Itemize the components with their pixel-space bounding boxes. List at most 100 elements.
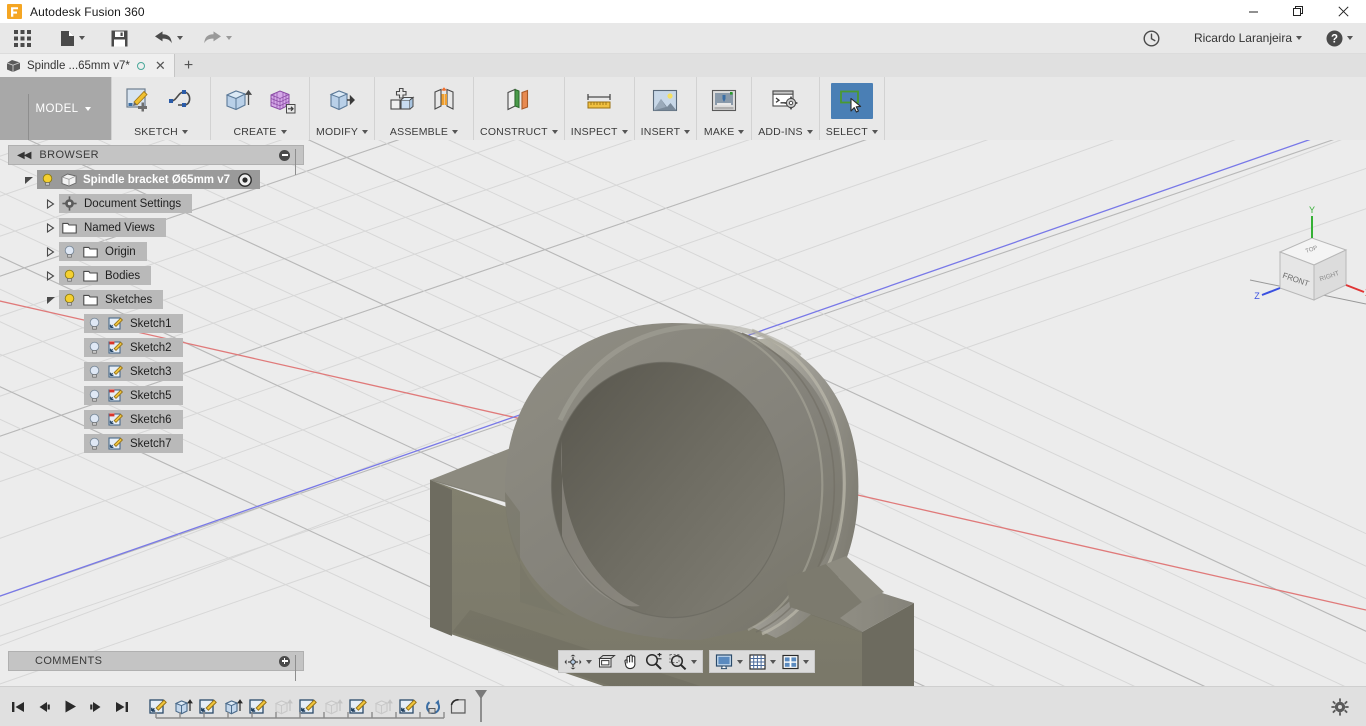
sketch1-chip[interactable]: Sketch1: [84, 314, 183, 333]
sketches-chip[interactable]: Sketches: [59, 290, 164, 309]
sketch7-visibility-bulb-icon[interactable]: [84, 437, 105, 451]
sketch7-chip[interactable]: Sketch7: [84, 434, 183, 453]
look-at-button[interactable]: [595, 651, 619, 672]
timeline-extrude-3[interactable]: [271, 694, 296, 720]
go-to-beginning-button[interactable]: [6, 694, 30, 720]
circle-plus-icon[interactable]: [279, 655, 290, 667]
root-visibility-bulb-icon[interactable]: [37, 173, 58, 187]
timeline-sketch-5[interactable]: [346, 694, 371, 720]
new-component-button[interactable]: [381, 83, 423, 119]
select-tool-button[interactable]: [830, 83, 873, 119]
restore-window-button[interactable]: [1276, 0, 1321, 23]
origin-chip[interactable]: Origin: [59, 242, 147, 261]
ribbon-group-select-label[interactable]: SELECT: [826, 123, 878, 140]
redo-button[interactable]: [198, 25, 237, 51]
zoom-button[interactable]: [642, 651, 666, 672]
root-expand-arrow[interactable]: [20, 169, 37, 190]
tree-node-sketch-item[interactable]: Sketch7: [8, 433, 304, 454]
timeline-revolve[interactable]: [421, 694, 446, 720]
help-button[interactable]: ?: [1321, 25, 1358, 51]
timeline-extrude-5[interactable]: [371, 694, 396, 720]
timeline-settings-button[interactable]: [1328, 694, 1352, 720]
tree-node-bodies[interactable]: Bodies: [8, 265, 304, 286]
document-settings-chip[interactable]: Document Settings: [59, 194, 193, 213]
circle-minus-icon[interactable]: [279, 149, 290, 161]
grid-snaps-button[interactable]: [746, 651, 779, 672]
document-settings-expand-arrow[interactable]: [42, 193, 59, 214]
ribbon-grip-handle[interactable]: [28, 94, 34, 150]
file-menu-button[interactable]: [55, 25, 90, 51]
activate-target-icon[interactable]: [236, 172, 254, 187]
save-button[interactable]: [106, 25, 133, 51]
construct-plane-button[interactable]: [498, 83, 540, 119]
ribbon-group-modify-label[interactable]: MODIFY: [316, 123, 369, 140]
named-views-chip[interactable]: Named Views: [59, 218, 166, 237]
bodies-expand-arrow[interactable]: [42, 265, 59, 286]
step-back-button[interactable]: [32, 694, 56, 720]
sketch5-chip[interactable]: Sketch5: [84, 386, 183, 405]
timeline-end-marker[interactable]: [473, 689, 489, 724]
timeline-sketch-1[interactable]: [146, 694, 171, 720]
tree-node-sketch-item[interactable]: Sketch1: [8, 313, 304, 334]
play-button[interactable]: [58, 694, 82, 720]
viewports-button[interactable]: [779, 651, 812, 672]
insert-image-button[interactable]: [644, 83, 686, 119]
user-account-button[interactable]: Ricardo Laranjeira: [1189, 25, 1307, 51]
new-tab-button[interactable]: +: [175, 57, 202, 74]
timeline-sketch-4[interactable]: [296, 694, 321, 720]
sketch3-chip[interactable]: Sketch3: [84, 362, 183, 381]
sketches-expand-arrow[interactable]: [42, 289, 59, 310]
tree-node-sketch-item[interactable]: Sketch6: [8, 409, 304, 430]
ribbon-group-inspect-label[interactable]: INSPECT: [571, 123, 628, 140]
create-form-button[interactable]: [261, 83, 303, 119]
press-pull-button[interactable]: [321, 83, 363, 119]
close-window-button[interactable]: [1321, 0, 1366, 23]
workspace-selector[interactable]: MODEL: [0, 77, 111, 150]
timeline-fillet[interactable]: [446, 694, 471, 720]
sketch1-visibility-bulb-icon[interactable]: [84, 317, 105, 331]
document-tab[interactable]: Spindle ...65mm v7* ✕: [0, 54, 175, 77]
sketches-visibility-bulb-icon[interactable]: [59, 293, 80, 307]
tree-node-sketches[interactable]: Sketches: [8, 289, 304, 310]
sketch2-visibility-bulb-icon[interactable]: [84, 341, 105, 355]
ribbon-group-insert-label[interactable]: INSERT: [641, 123, 691, 140]
step-forward-button[interactable]: [84, 694, 108, 720]
collapse-left-icon[interactable]: ◀◀: [17, 150, 31, 161]
timeline-sketch-6[interactable]: [396, 694, 421, 720]
extrude-button[interactable]: [217, 83, 259, 119]
orbit-button[interactable]: [561, 651, 595, 672]
timeline-sketch-3[interactable]: [246, 694, 271, 720]
tree-node-sketch-item[interactable]: Sketch2: [8, 337, 304, 358]
sketch3-visibility-bulb-icon[interactable]: [84, 365, 105, 379]
zoom-window-button[interactable]: [666, 651, 700, 672]
tree-node-origin[interactable]: Origin: [8, 241, 304, 262]
origin-expand-arrow[interactable]: [42, 241, 59, 262]
root-chip[interactable]: Spindle bracket Ø65mm v7: [37, 170, 261, 189]
ribbon-group-assemble-label[interactable]: ASSEMBLE: [390, 123, 459, 140]
sketch6-chip[interactable]: Sketch6: [84, 410, 183, 429]
comments-panel[interactable]: COMMENTS: [8, 651, 304, 681]
app-grid-icon-button[interactable]: [8, 25, 37, 51]
timeline-extrude-4[interactable]: [321, 694, 346, 720]
undo-button[interactable]: [149, 25, 188, 51]
create-sketch-button[interactable]: [118, 83, 160, 119]
sketch2-chip[interactable]: Sketch2: [84, 338, 183, 357]
timeline-extrude-2[interactable]: [221, 694, 246, 720]
ribbon-group-sketch-label[interactable]: SKETCH: [134, 123, 188, 140]
3d-print-button[interactable]: [703, 83, 745, 119]
comments-grip-handle[interactable]: [295, 654, 300, 681]
ribbon-group-create-label[interactable]: CREATE: [233, 123, 287, 140]
browser-grip-handle[interactable]: [295, 148, 300, 175]
tree-node-document-settings[interactable]: Document Settings: [8, 193, 304, 214]
tree-node-sketch-item[interactable]: Sketch5: [8, 385, 304, 406]
sketch6-visibility-bulb-icon[interactable]: [84, 413, 105, 427]
sketch-spline-button[interactable]: [162, 83, 204, 119]
sketch5-visibility-bulb-icon[interactable]: [84, 389, 105, 403]
named-views-expand-arrow[interactable]: [42, 217, 59, 238]
timeline-extrude-1[interactable]: [171, 694, 196, 720]
tree-node-root[interactable]: Spindle bracket Ø65mm v7: [8, 169, 304, 190]
joint-button[interactable]: [425, 83, 467, 119]
ribbon-group-make-label[interactable]: MAKE: [704, 123, 745, 140]
scripts-addins-button[interactable]: [764, 83, 806, 119]
pan-button[interactable]: [619, 651, 642, 672]
